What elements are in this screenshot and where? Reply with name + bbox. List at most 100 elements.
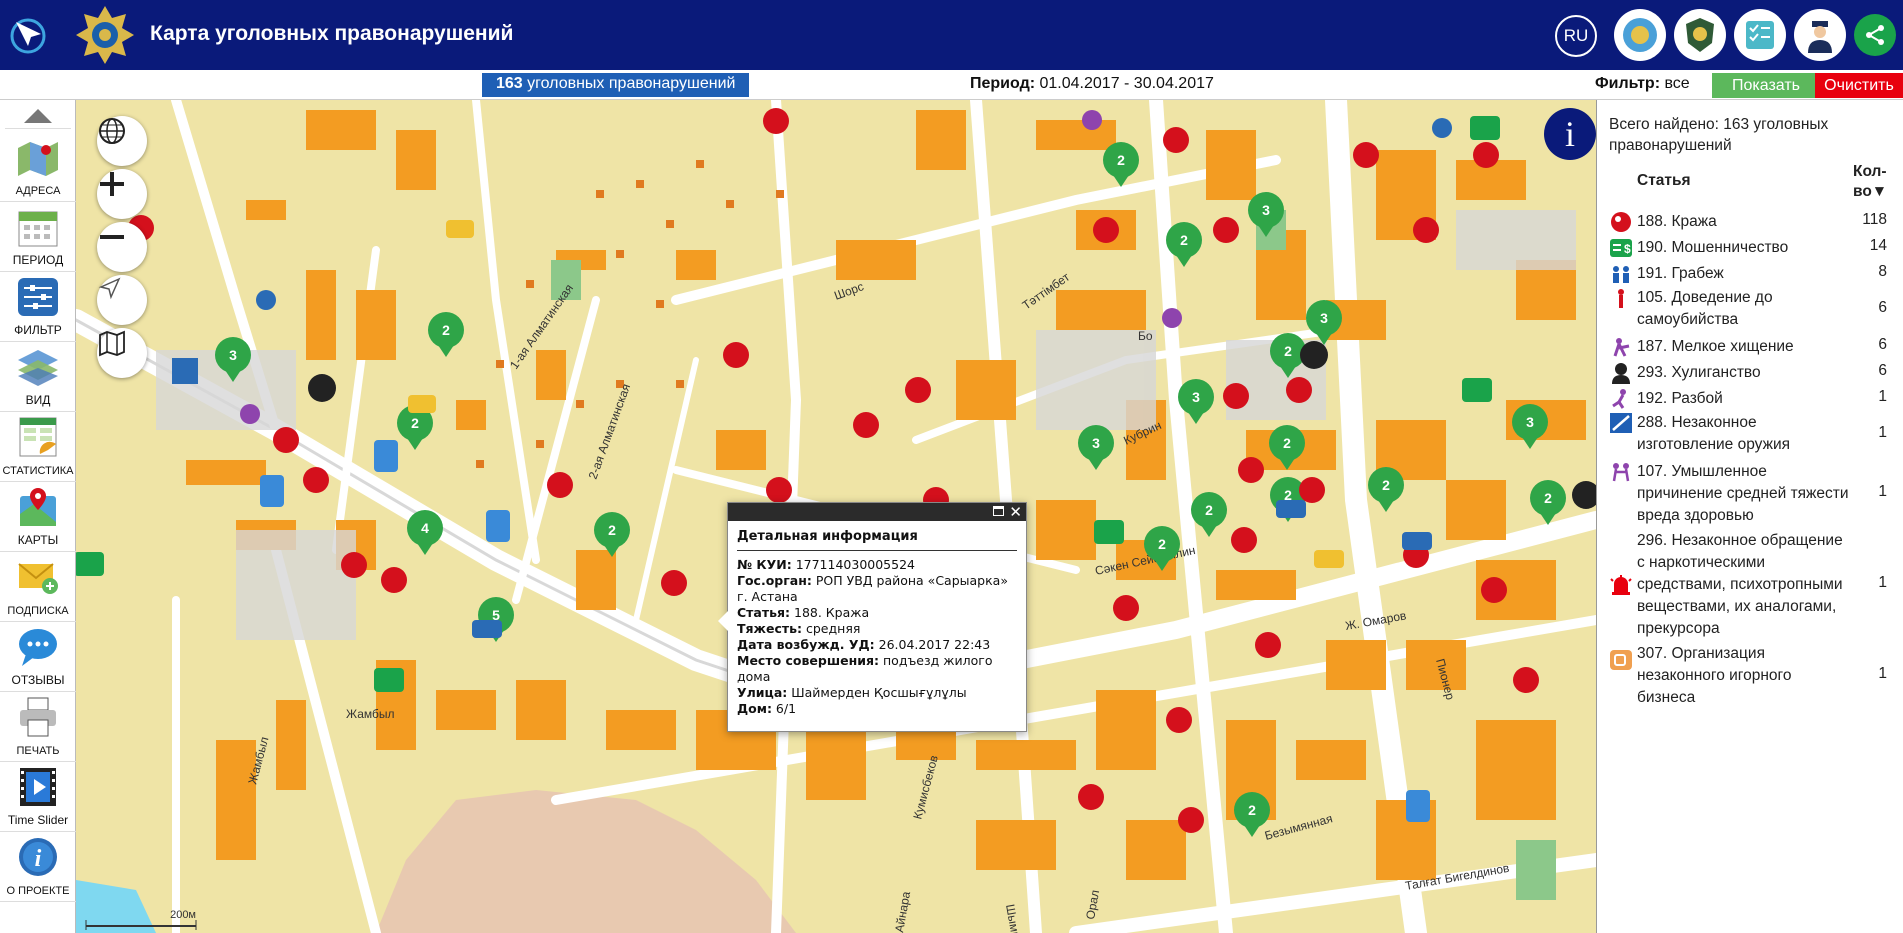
share-icon[interactable] [1854, 14, 1896, 56]
info-icon: i [16, 836, 60, 878]
popup-field-severity: Тяжесть: средняя [737, 621, 861, 636]
minus-icon [100, 235, 124, 239]
period-display: Период: 01.04.2017 - 30.04.2017 [970, 75, 1214, 92]
list-item[interactable]: 293. Хулиганство 6 [1609, 362, 1899, 384]
navigation-arrow-icon [98, 277, 121, 300]
printer-icon [16, 696, 60, 738]
zoom-out-button[interactable] [97, 222, 147, 272]
sidebar-item-filter[interactable]: ФИЛЬТР [0, 272, 76, 342]
calendar-icon [16, 206, 60, 248]
svg-text:2: 2 [1117, 152, 1125, 168]
svg-text:3: 3 [1526, 414, 1534, 430]
suicide-icon [1618, 289, 1624, 308]
maximize-icon[interactable] [993, 506, 1004, 516]
list-item[interactable]: 191. Грабеж 8 [1609, 263, 1899, 285]
svg-text:2: 2 [1382, 477, 1390, 493]
film-play-icon [16, 766, 60, 808]
map-fold-icon [99, 330, 125, 357]
svg-text:2: 2 [1158, 536, 1166, 552]
language-button[interactable]: RU [1555, 15, 1597, 57]
statistics-icon [16, 416, 60, 458]
sidebar-item-view[interactable]: ВИД [0, 342, 76, 412]
left-sidebar: АДРЕСА ПЕРИОД ФИЛЬТР ВИД СТАТИСТИКА КАРТ… [0, 100, 76, 933]
list-item[interactable]: 107. Умышленное причинение средней тяжес… [1609, 461, 1899, 527]
weapon-icon [1610, 413, 1632, 433]
police-badge-icon[interactable] [1674, 9, 1726, 61]
svg-text:3: 3 [1092, 435, 1100, 451]
sidebar-item-addresses[interactable]: АДРЕСА [0, 132, 76, 202]
petty-theft-icon [1613, 338, 1630, 357]
list-item[interactable]: 105. Доведение до самоубийства 6 [1609, 287, 1899, 331]
svg-text:2: 2 [1544, 490, 1552, 506]
basemap-button[interactable] [97, 328, 147, 378]
scroll-up-button[interactable] [5, 103, 71, 129]
globe-icon[interactable] [97, 116, 147, 166]
sidebar-item-time-slider[interactable]: Time Slider [0, 762, 76, 832]
zoom-in-button[interactable] [97, 169, 147, 219]
emblem-icon [74, 4, 136, 66]
sidebar-item-statistics[interactable]: СТАТИСТИКА [0, 412, 76, 482]
list-item[interactable]: 187. Мелкое хищение 6 [1609, 336, 1899, 358]
stats-panel: Всего найдено: 163 уголовных правонаруше… [1596, 100, 1903, 933]
info-i-icon: i [1564, 114, 1575, 154]
thief-icon [1611, 212, 1631, 232]
svg-text:2: 2 [442, 322, 450, 338]
app-title: Карта уголовных правонарушений [150, 22, 514, 45]
popup-field-article: Статья: 188. Кража [737, 605, 870, 620]
svg-text:3: 3 [1262, 202, 1270, 218]
sidebar-item-period[interactable]: ПЕРИОД [0, 202, 76, 272]
detail-popup: ✕ Детальная информация № КУИ: 1771140300… [718, 502, 1027, 732]
crime-map[interactable]: Шорс Жамбыл Сәкен Сейфуллин Ж. Омаров Пи… [76, 100, 1596, 933]
column-header-article[interactable]: Статья [1637, 172, 1691, 190]
hooligan-icon [1612, 363, 1630, 384]
list-item[interactable]: 307. Организация незаконного игорного би… [1609, 643, 1899, 709]
feedback-chat-icon [16, 626, 60, 668]
map-info-button[interactable]: i [1544, 108, 1596, 160]
map-address-icon [16, 136, 60, 178]
list-item[interactable]: 296. Незаконное обращение с наркотически… [1609, 530, 1899, 640]
svg-text:2: 2 [1248, 802, 1256, 818]
maps-pin-icon [16, 486, 60, 528]
gambling-dice-icon [1610, 650, 1632, 670]
sidebar-item-about[interactable]: i О ПРОЕКТЕ [0, 832, 76, 902]
popup-body: № КУИ: 177114030005524 Гос.орган: РОП УВ… [728, 551, 1026, 723]
svg-text:3: 3 [1320, 310, 1328, 326]
svg-text:i: i [35, 846, 42, 872]
svg-text:$: $ [1624, 242, 1631, 256]
list-item[interactable]: 192. Разбой 1 [1609, 388, 1899, 410]
sidebar-item-print[interactable]: ПЕЧАТЬ [0, 692, 76, 762]
popup-field-street: Улица: Шаймерден Қосшығұлұлы [737, 685, 967, 700]
total-found: Всего найдено: 163 уголовных правонаруше… [1609, 116, 1829, 154]
close-icon[interactable]: ✕ [1009, 503, 1022, 521]
list-item[interactable]: 288. Незаконное изготовление оружия 1 [1609, 412, 1899, 456]
list-item[interactable]: $ 190. Мошенничество 14 [1609, 237, 1899, 259]
popup-title: Детальная информация [737, 529, 1017, 551]
popup-field-place: Место совершения: подъезд жилого дома [737, 653, 993, 684]
popup-pointer [718, 611, 728, 631]
svg-text:2: 2 [1180, 232, 1188, 248]
list-item[interactable]: 188. Кража 118 [1609, 211, 1899, 233]
show-button[interactable]: Показать [1712, 73, 1820, 98]
officer-icon[interactable] [1794, 9, 1846, 61]
info-bar: 163 уголовных правонарушений Период: 01.… [0, 70, 1903, 100]
svg-text:2: 2 [608, 522, 616, 538]
svg-text:200м: 200м [170, 909, 196, 921]
svg-text:2: 2 [411, 415, 419, 431]
locate-button[interactable] [97, 275, 147, 325]
app-header: Карта уголовных правонарушений RU [0, 0, 1903, 70]
column-header-count[interactable]: Кол-во▼ [1853, 162, 1901, 202]
filter-display: Фильтр: все [1595, 75, 1690, 92]
svg-text:Бо: Бо [1138, 329, 1153, 343]
drugs-siren-icon [1610, 575, 1632, 595]
crime-count-badge: 163 уголовных правонарушений [482, 73, 750, 97]
popup-titlebar: ✕ [728, 503, 1026, 521]
popup-field-date: Дата возбужд. УД: 26.04.2017 22:43 [737, 637, 991, 652]
sidebar-item-feedback[interactable]: ОТЗЫВЫ [0, 622, 76, 692]
arrow-logo-icon[interactable] [8, 16, 48, 56]
checklist-icon[interactable] [1734, 9, 1786, 61]
sidebar-item-maps[interactable]: КАРТЫ [0, 482, 76, 552]
svg-text:2: 2 [1284, 343, 1292, 359]
clear-button[interactable]: Очистить [1815, 73, 1903, 98]
kz-emblem-icon[interactable] [1614, 9, 1666, 61]
sidebar-item-subscribe[interactable]: ПОДПИСКА [0, 552, 76, 622]
